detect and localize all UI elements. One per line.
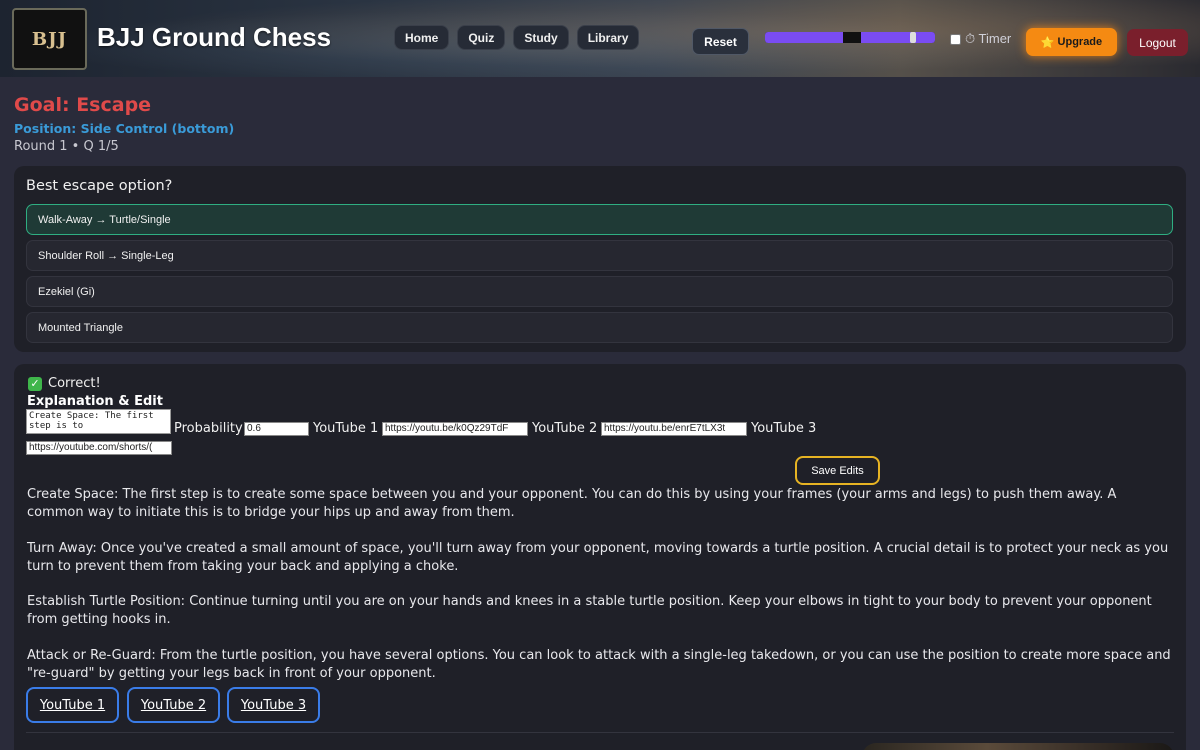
- youtube3-link-button[interactable]: YouTube 3: [227, 687, 320, 723]
- timer-label: ⏱ Timer: [965, 31, 1012, 46]
- nav-library-button[interactable]: Library: [576, 25, 640, 50]
- option-1[interactable]: Walk-Away → Turtle/Single: [26, 204, 1173, 235]
- timer-toggle[interactable]: ⏱ Timer: [950, 31, 1011, 47]
- progress-fill-b: [861, 32, 935, 43]
- logo-text: BJJ: [31, 28, 68, 50]
- app-title: BJJ Ground Chess: [97, 22, 332, 52]
- youtube3-input[interactable]: https://youtube.com/shorts/(: [26, 441, 172, 455]
- nav-home-button[interactable]: Home: [394, 25, 450, 50]
- youtube3-label: YouTube 3: [751, 421, 817, 436]
- result-status: ✓ Correct!: [28, 376, 101, 391]
- progress-thumb[interactable]: [910, 32, 916, 43]
- logout-button[interactable]: Logout: [1127, 29, 1188, 56]
- star-icon: ⭐: [1040, 36, 1055, 49]
- option-3[interactable]: Ezekiel (Gi): [26, 276, 1173, 307]
- youtube1-input[interactable]: https://youtu.be/k0Qz29TdF: [382, 422, 528, 436]
- answer-card: ✓ Correct! Explanation & Edit Create Spa…: [14, 364, 1186, 750]
- explanation-paragraph-4: Attack or Re-Guard: From the turtle posi…: [27, 648, 1171, 681]
- youtube1-link-button[interactable]: YouTube 1: [26, 687, 119, 723]
- youtube2-input[interactable]: https://youtu.be/enrE7tLX3t: [601, 422, 747, 436]
- nav-study-button[interactable]: Study: [513, 25, 569, 50]
- probability-label: Probability: [174, 421, 243, 436]
- section-divider: [26, 732, 1174, 733]
- timer-checkbox[interactable]: [950, 33, 961, 45]
- progress-fill-a: [765, 32, 843, 43]
- video-thumbnail[interactable]: [862, 743, 1174, 750]
- youtube1-label: YouTube 1: [313, 421, 379, 436]
- youtube2-label: YouTube 2: [532, 421, 598, 436]
- goal-heading: Goal: Escape: [14, 94, 152, 116]
- app-header: BJJ BJJ Ground Chess Home Quiz Study Lib…: [0, 0, 1200, 77]
- nav-quiz-button[interactable]: Quiz: [457, 25, 506, 50]
- youtube2-link-button[interactable]: YouTube 2: [127, 687, 220, 723]
- round-indicator: Round 1 • Q 1/5: [14, 139, 119, 154]
- option-2[interactable]: Shoulder Roll → Single-Leg: [26, 240, 1173, 271]
- progress-bar: [765, 32, 935, 43]
- probability-input[interactable]: 0.6: [244, 422, 309, 436]
- explanation-paragraph-2: Turn Away: Once you've created a small a…: [27, 541, 1169, 574]
- explanation-paragraph-1: Create Space: The first step is to creat…: [27, 487, 1117, 520]
- upgrade-button[interactable]: ⭐ Upgrade: [1026, 28, 1117, 56]
- reset-button[interactable]: Reset: [692, 28, 749, 55]
- position-subheading: Position: Side Control (bottom): [14, 121, 235, 136]
- explanation-paragraph-3: Establish Turtle Position: Continue turn…: [27, 594, 1152, 627]
- checkmark-icon: ✓: [28, 376, 42, 391]
- upgrade-label: Upgrade: [1057, 36, 1103, 48]
- question-card: Best escape option? Walk-Away → Turtle/S…: [14, 166, 1186, 352]
- option-4[interactable]: Mounted Triangle: [26, 312, 1173, 343]
- save-edits-button[interactable]: Save Edits: [795, 456, 880, 485]
- result-text: Correct!: [48, 376, 101, 391]
- question-text: Best escape option?: [26, 178, 173, 194]
- app-logo[interactable]: BJJ: [12, 8, 87, 70]
- explanation-textarea[interactable]: Create Space: The first step is to: [26, 409, 171, 434]
- main-nav: Home Quiz Study Library: [394, 25, 640, 50]
- edit-section-title: Explanation & Edit: [27, 394, 163, 409]
